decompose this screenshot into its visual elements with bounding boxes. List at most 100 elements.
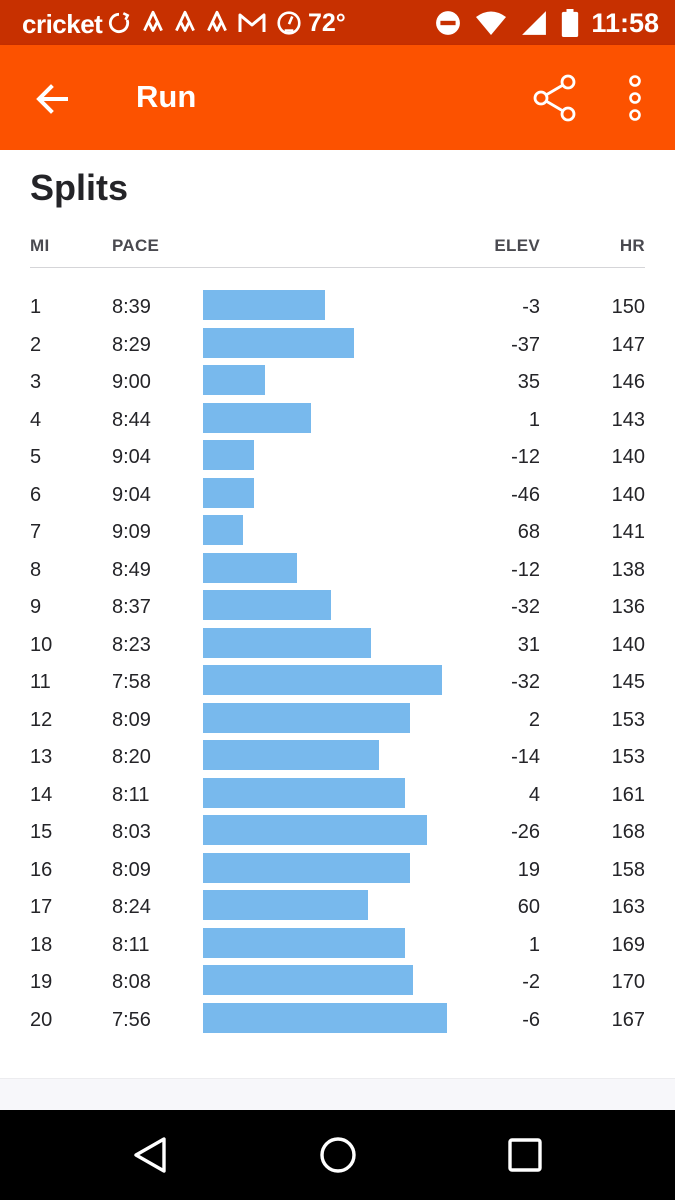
split-heart-rate: 163 [611, 896, 645, 918]
strava-icon [207, 10, 227, 32]
pace-bar [203, 290, 325, 320]
split-row: 8 8:49 -12 138 [0, 550, 675, 588]
split-row: 9 8:37 -32 136 [0, 587, 675, 625]
nav-back-icon[interactable] [130, 1135, 170, 1175]
split-mile: 8 [30, 558, 42, 581]
split-elevation: -6 [522, 1008, 540, 1031]
split-mile: 17 [30, 896, 53, 918]
split-pace: 8:09 [112, 858, 151, 881]
split-pace: 9:04 [112, 446, 151, 468]
split-row: 15 8:03 -26 168 [0, 812, 675, 850]
split-mile: 4 [30, 408, 42, 431]
split-row: 20 7:56 -6 167 [0, 1000, 675, 1038]
split-pace: 9:09 [112, 521, 151, 543]
split-elevation: -37 [511, 333, 540, 356]
split-heart-rate: 170 [611, 971, 645, 993]
split-heart-rate: 161 [611, 783, 645, 806]
split-pace: 8:39 [112, 296, 151, 318]
split-heart-rate: 153 [611, 746, 645, 768]
split-heart-rate: 143 [611, 408, 645, 431]
split-row: 13 8:20 -14 153 [0, 737, 675, 775]
split-mile: 9 [30, 596, 42, 618]
split-elevation: -3 [522, 296, 540, 318]
header-hr: HR [619, 236, 645, 255]
split-pace: 7:58 [112, 671, 151, 693]
split-heart-rate: 169 [611, 933, 645, 956]
page-title: Run [136, 79, 197, 114]
split-mile: 5 [30, 446, 42, 468]
do-not-disturb-icon [436, 11, 460, 35]
pace-bar [203, 440, 254, 470]
split-elevation: -12 [511, 558, 540, 581]
pace-bar [203, 402, 311, 433]
split-mile: 1 [30, 296, 42, 318]
split-pace: 8:09 [112, 708, 151, 731]
split-elevation: -12 [511, 446, 540, 468]
pace-bar [203, 627, 371, 658]
split-mile: 13 [30, 746, 53, 768]
gmail-icon [238, 13, 266, 32]
split-elevation: -26 [511, 821, 540, 843]
clock: 11:58 [591, 8, 659, 38]
status-bar: cricket 72° 11:58 [0, 0, 675, 45]
split-mile: 16 [30, 858, 53, 881]
split-elevation: 1 [528, 933, 540, 956]
split-row: 16 8:09 19 158 [0, 850, 675, 888]
split-row: 3 9:00 35 146 [0, 362, 675, 400]
more-vert-icon[interactable] [620, 73, 650, 123]
nav-recents-icon[interactable] [505, 1135, 545, 1175]
split-heart-rate: 136 [611, 596, 645, 618]
split-pace: 9:00 [112, 371, 151, 393]
split-heart-rate: 145 [611, 671, 645, 693]
split-pace: 8:11 [112, 783, 150, 806]
split-mile: 18 [30, 933, 53, 956]
speedometer-icon [277, 11, 301, 35]
split-row: 6 9:04 -46 140 [0, 475, 675, 513]
split-pace: 9:04 [112, 483, 151, 506]
split-row: 12 8:09 2 153 [0, 700, 675, 738]
split-heart-rate: 158 [611, 858, 645, 881]
split-pace: 8:11 [112, 933, 150, 956]
header-elev: ELEV [494, 236, 540, 255]
split-mile: 19 [30, 971, 53, 993]
strava-icon [175, 10, 195, 32]
share-icon[interactable] [530, 73, 580, 123]
split-pace: 8:24 [112, 896, 151, 918]
split-elevation: 60 [517, 896, 540, 918]
split-mile: 6 [30, 483, 42, 506]
pace-bar [203, 740, 379, 770]
back-arrow-icon[interactable] [30, 77, 74, 121]
split-elevation: 35 [517, 371, 540, 393]
carrier-name: cricket [22, 9, 103, 39]
battery-icon [561, 9, 579, 37]
pace-bar [203, 552, 297, 583]
temperature: 72° [308, 8, 346, 37]
pace-bar [203, 702, 410, 733]
split-row: 2 8:29 -37 147 [0, 325, 675, 363]
split-row: 5 9:04 -12 140 [0, 437, 675, 475]
split-heart-rate: 140 [611, 483, 645, 506]
split-row: 17 8:24 60 163 [0, 887, 675, 925]
next-card-edge [0, 1078, 675, 1110]
section-title: Splits [30, 167, 129, 208]
split-pace: 8:44 [112, 408, 151, 431]
split-mile: 7 [30, 521, 42, 543]
split-mile: 20 [30, 1008, 53, 1031]
split-heart-rate: 168 [611, 821, 645, 843]
split-mile: 15 [30, 821, 53, 843]
split-pace: 8:08 [112, 971, 151, 993]
split-heart-rate: 140 [611, 633, 645, 656]
split-heart-rate: 140 [611, 446, 645, 468]
split-elevation: -46 [511, 483, 540, 506]
split-pace: 8:03 [112, 821, 151, 843]
split-row: 7 9:09 68 141 [0, 512, 675, 550]
split-elevation: -14 [511, 746, 540, 768]
app-bar: Run [0, 45, 675, 150]
pace-bar [203, 927, 405, 958]
split-mile: 2 [30, 333, 42, 356]
split-heart-rate: 138 [611, 558, 645, 581]
nav-home-icon[interactable] [318, 1135, 358, 1175]
split-elevation: 31 [517, 633, 540, 656]
split-elevation: 68 [517, 521, 540, 543]
split-heart-rate: 147 [611, 333, 645, 356]
